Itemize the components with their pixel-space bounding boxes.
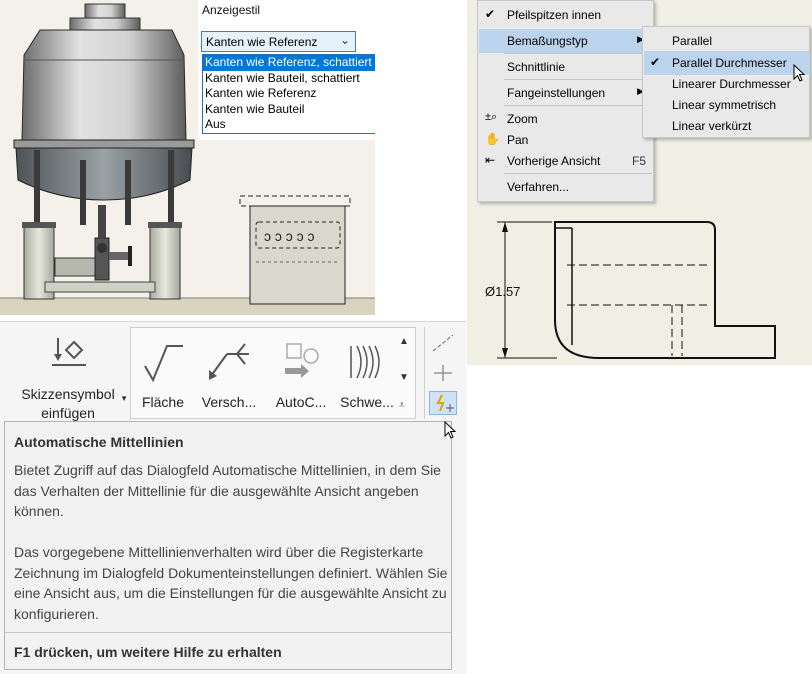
insert-sketch-symbol-label: Skizzensymbol einfügen [21, 386, 115, 421]
display-style-combobox[interactable]: Kanten wie Referenz ⌄ [201, 31, 356, 52]
gallery-scroll[interactable]: ▲ ▼ ⩡ [397, 332, 411, 416]
menu-item-arrowheads-inside[interactable]: ✔ Pfeilspitzen innen [479, 3, 652, 27]
menu-item-label: Schnittlinie [507, 60, 566, 74]
dropdown-option[interactable]: Kanten wie Referenz, schattiert [203, 55, 375, 71]
menu-item-label: Parallel [672, 34, 713, 48]
symbol-gallery: Fläche Versch... AutoC... Schwe... [130, 327, 416, 419]
insert-sketch-symbol-button[interactable]: Skizzensymbol einfügen ▼ [8, 330, 128, 421]
weld-bead-icon [350, 345, 380, 379]
scroll-down-icon[interactable]: ▼ [399, 372, 409, 383]
menu-separator [504, 53, 652, 54]
menu-item-previous-view[interactable]: ⇤ Vorherige Ansicht F5 [479, 149, 652, 173]
menu-item-snap-settings[interactable]: Fangeinstellungen ▶ [479, 81, 652, 105]
gallery-item-auto-centerlines[interactable]: AutoC... [269, 328, 333, 418]
tooltip-help-hint: F1 drücken, um weitere Hilfe zu erhalten [14, 644, 282, 660]
menu-item-label: Verfahren... [507, 180, 570, 194]
auto-centerline-icon [285, 343, 319, 378]
ribbon-toolbar: Skizzensymbol einfügen ▼ Fläche Versch..… [0, 321, 466, 421]
menu-item-label: Parallel Durchmesser [672, 56, 787, 70]
menu-item-shortcut: F5 [631, 154, 646, 168]
ribbon-small-tools [424, 327, 460, 419]
mouse-pointer-icon [793, 64, 806, 82]
checkmark-icon: ✔ [485, 7, 496, 21]
dropdown-option[interactable]: Aus [203, 117, 375, 133]
auto-centerline-icon [436, 394, 454, 412]
display-style-label: Anzeigestil [202, 3, 261, 17]
combobox-value: Kanten wie Referenz [206, 35, 318, 49]
menu-item-label: Pan [507, 133, 529, 147]
context-menu: ✔ Pfeilspitzen innen Bemaßungstyp ▶ Schn… [477, 0, 654, 202]
menu-item-label: Linear symmetrisch [672, 98, 777, 112]
gallery-item-weld-bead[interactable]: Schwe... [335, 328, 399, 418]
center-mark-icon[interactable] [431, 363, 455, 383]
gallery-item-label: Versch... [201, 394, 257, 410]
tooltip-description: Bietet Zugriff auf das Dialogfeld Automa… [14, 462, 441, 519]
scroll-up-icon[interactable]: ▲ [399, 336, 409, 347]
dropdown-option[interactable]: Kanten wie Bauteil, schattiert [203, 71, 375, 87]
menu-item-label: Fangeinstellungen [507, 86, 606, 100]
menu-item-label: Linear verkürzt [672, 119, 752, 133]
tooltip-divider [5, 632, 451, 633]
automatic-centerlines-button[interactable] [429, 391, 457, 415]
menu-item-label: Bemaßungstyp [507, 34, 588, 48]
weld-symbol-icon [209, 343, 249, 380]
previous-view-icon: ⇤ [485, 153, 496, 167]
menu-separator [504, 79, 652, 80]
mouse-pointer-icon [444, 421, 457, 439]
dimension-type-submenu: Parallel ✔ Parallel Durchmesser Linearer… [642, 26, 810, 138]
ribbon-panel: Skizzensymbol einfügen ▼ Fläche Versch..… [0, 321, 466, 674]
sketch-symbol-icon [52, 338, 86, 366]
dropdown-option[interactable]: Kanten wie Bauteil [203, 102, 375, 118]
centerline-icon[interactable] [431, 333, 455, 353]
gallery-item-label: AutoC... [275, 394, 327, 410]
menu-item-dimension-type[interactable]: Bemaßungstyp ▶ [479, 29, 652, 53]
chevron-down-icon[interactable]: ⌄ [340, 33, 350, 47]
svg-text:ɔ ɔ ɔ ɔ ɔ: ɔ ɔ ɔ ɔ ɔ [264, 228, 315, 244]
gallery-item-weld[interactable]: Versch... [197, 328, 261, 418]
tooltip-description-detail: Das vorgegebene Mittellinienverhalten wi… [14, 544, 448, 622]
menu-item-label: Pfeilspitzen innen [507, 8, 602, 22]
menu-item-label: Linearer Durchmesser [672, 77, 791, 91]
menu-item-label: Zoom [507, 112, 538, 126]
diameter-dimension-text[interactable]: Ø1.57 [485, 284, 520, 299]
zoom-icon: ±⌕ [485, 111, 498, 123]
tooltip-title: Automatische Mittellinien [14, 434, 184, 450]
gallery-expand-icon[interactable]: ⩡ [399, 400, 405, 411]
surface-texture-icon [144, 345, 183, 383]
menu-separator [504, 105, 652, 106]
drawing-view-2d: Ø1.57 ✔ Pfeilspitzen innen Bemaßungstyp … [467, 0, 812, 365]
menu-separator [504, 173, 652, 174]
gallery-item-surface[interactable]: Fläche [131, 328, 195, 418]
pan-hand-icon: ✋ [485, 132, 500, 146]
submenu-item-parallel[interactable]: Parallel [644, 29, 810, 53]
submenu-item-linear-foreshortened[interactable]: Linear verkürzt [644, 114, 810, 138]
dropdown-option[interactable]: Kanten wie Referenz [203, 86, 375, 102]
gallery-item-label: Schwe... [340, 394, 394, 410]
drawing-viewport-3d: ɔ ɔ ɔ ɔ ɔ Anzeigestil Kanten wie Referen… [0, 0, 375, 315]
checkmark-icon: ✔ [650, 55, 661, 69]
menu-item-section-line[interactable]: Schnittlinie [479, 55, 652, 79]
gallery-item-label: Fläche [141, 394, 185, 410]
menu-item-procedure[interactable]: Verfahren... [479, 175, 652, 199]
menu-item-label: Vorherige Ansicht [507, 154, 601, 168]
tooltip-automatic-centerlines: Automatische Mittellinien Bietet Zugriff… [4, 421, 452, 670]
dropdown-arrow-icon[interactable]: ▼ [120, 394, 128, 403]
display-style-dropdown-list[interactable]: Kanten wie Referenz, schattiert Kanten w… [202, 54, 375, 134]
